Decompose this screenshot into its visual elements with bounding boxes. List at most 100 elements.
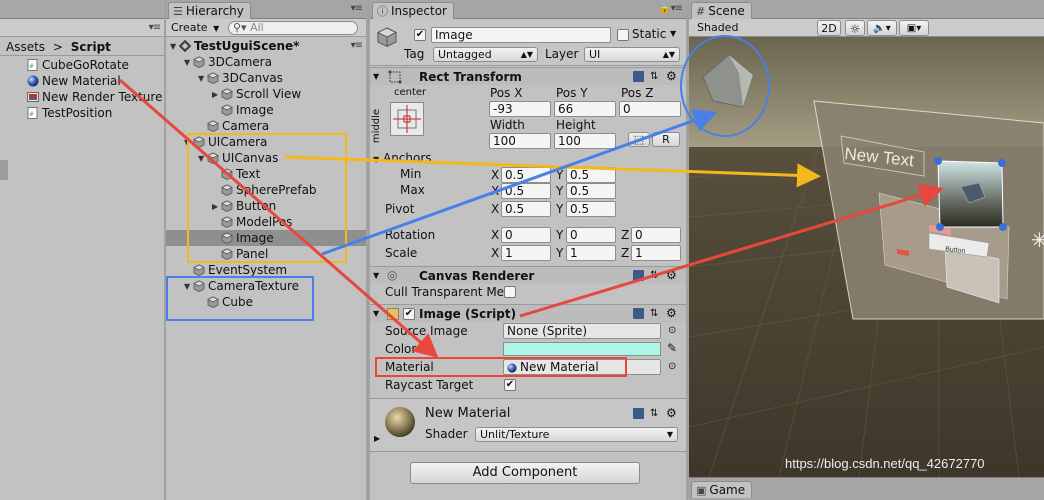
hierarchy-item-eventsystem[interactable]: EventSystem	[184, 262, 287, 278]
rotation-z-field[interactable]: 0	[631, 227, 681, 243]
height-field[interactable]: 100	[554, 133, 616, 149]
object-active-checkbox[interactable]: ✔	[414, 29, 426, 41]
lock-icon[interactable]: 🔒	[659, 3, 671, 14]
min-x-field[interactable]: 0.5	[501, 167, 551, 183]
pos-x-field[interactable]: -93	[489, 101, 551, 117]
tab-game[interactable]: ▣ Game	[691, 481, 753, 498]
tab-hierarchy[interactable]: ☰ Hierarchy	[168, 2, 251, 19]
scene-menu-icon[interactable]: ▾≡	[351, 40, 363, 51]
chevron-right-icon[interactable]: ▶	[212, 87, 221, 103]
chevron-right-icon[interactable]: ▶	[212, 199, 221, 215]
rect-handle-top-right[interactable]	[998, 159, 1006, 167]
panel-menu-icon[interactable]: ▾≡	[671, 3, 683, 14]
chevron-down-icon[interactable]: ▼	[184, 55, 193, 71]
asset-item-new-render-texture[interactable]: New Render Texture	[27, 89, 162, 105]
light-gizmo-icon[interactable]: ✳	[1031, 228, 1044, 252]
chevron-down-icon[interactable]: ▼	[198, 71, 207, 87]
hierarchy-item-panel[interactable]: Panel	[212, 246, 268, 262]
object-picker-icon[interactable]: ⊙	[668, 323, 676, 339]
gear-icon[interactable]: ⚙	[666, 68, 677, 84]
help-book-icon[interactable]	[633, 71, 644, 82]
breadcrumb-script[interactable]: Script	[71, 40, 111, 54]
pivot-x-field[interactable]: 0.5	[501, 201, 551, 217]
panel-menu-icon[interactable]: ▾≡	[351, 3, 363, 14]
hierarchy-item-button[interactable]: ▶ Button	[212, 198, 276, 214]
min-y-field[interactable]: 0.5	[566, 167, 616, 183]
chevron-down-icon[interactable]: ▼	[170, 39, 179, 55]
hierarchy-item-3dcanvas[interactable]: ▼ 3DCanvas	[198, 70, 283, 86]
scale-y-field[interactable]: 1	[566, 245, 616, 261]
hierarchy-item-cube[interactable]: Cube	[198, 294, 253, 310]
hierarchy-item-text[interactable]: Text	[212, 166, 260, 182]
preset-icon[interactable]: ⇅	[650, 268, 658, 284]
help-book-icon[interactable]	[633, 308, 644, 319]
hierarchy-item-uicanvas[interactable]: ▼ UICanvas	[198, 150, 278, 166]
asset-item-new-material[interactable]: New Material	[27, 73, 121, 89]
image-script-header[interactable]: ▼ ✔ Image (Script) ⇅ ⚙	[370, 304, 686, 322]
chevron-down-icon[interactable]: ▼	[198, 151, 207, 167]
hierarchy-item-3dcamera[interactable]: ▼ 3DCamera	[184, 54, 272, 70]
pos-y-field[interactable]: 66	[554, 101, 616, 117]
hierarchy-item-scroll-view[interactable]: ▶ Scroll View	[212, 86, 301, 102]
rotation-x-field[interactable]: 0	[501, 227, 551, 243]
hierarchy-item-camera[interactable]: Camera	[198, 118, 269, 134]
chevron-down-icon[interactable]: ▼	[184, 279, 193, 295]
cull-transparent-checkbox[interactable]	[504, 286, 516, 298]
preset-icon[interactable]: ⇅	[650, 406, 658, 422]
object-name-field[interactable]: Image	[431, 27, 611, 43]
pivot-y-field[interactable]: 0.5	[566, 201, 616, 217]
chevron-down-icon[interactable]: ▼	[373, 268, 379, 284]
asset-item-testposition[interactable]: # TestPosition	[27, 105, 112, 121]
static-checkbox[interactable]	[617, 29, 629, 41]
preset-icon[interactable]: ⇅	[650, 306, 658, 322]
material-field[interactable]: New Material	[503, 359, 661, 375]
asset-item-cubegorotate[interactable]: # CubeGoRotate	[27, 57, 129, 73]
hierarchy-item-modelpos[interactable]: ModelPos	[212, 214, 292, 230]
gear-icon[interactable]: ⚙	[666, 405, 677, 421]
object-picker-icon[interactable]: ⊙	[668, 359, 676, 375]
shader-dropdown[interactable]: Unlit/Texture ▼	[475, 427, 678, 442]
hierarchy-item-cameratexture[interactable]: ▼ CameraTexture	[184, 278, 299, 294]
hierarchy-item-sphereprefab[interactable]: SpherePrefab	[212, 182, 317, 198]
scale-z-field[interactable]: 1	[631, 245, 681, 261]
help-book-icon[interactable]	[633, 408, 644, 419]
layer-dropdown[interactable]: UI ▲▼	[584, 47, 680, 62]
gear-icon[interactable]: ⚙	[666, 267, 677, 283]
tag-dropdown[interactable]: Untagged ▲▼	[433, 47, 538, 62]
preset-icon[interactable]: ⇅	[650, 69, 658, 85]
chevron-down-icon[interactable]: ▼	[373, 69, 379, 85]
shaded-dropdown[interactable]: Shaded	[697, 20, 738, 36]
eyedropper-icon[interactable]: ✎	[667, 340, 677, 356]
source-image-field[interactable]: None (Sprite)	[503, 323, 661, 339]
hierarchy-item-uicamera[interactable]: ▼ UICamera	[184, 134, 267, 150]
audio-toggle-icon[interactable]: 🔈▾	[867, 20, 897, 36]
breadcrumb-assets[interactable]: Assets	[6, 40, 45, 54]
anchor-presets-button[interactable]	[390, 102, 424, 136]
lighting-toggle-icon[interactable]: ☼	[845, 20, 865, 36]
scene-viewport[interactable]: New Text Button ✳ https://blog.csdn.net/…	[689, 37, 1044, 477]
raw-edit-button[interactable]: R	[652, 132, 680, 147]
max-y-field[interactable]: 0.5	[566, 183, 616, 199]
blueprint-mode-button[interactable]: ⬚	[628, 132, 650, 147]
canvas-renderer-header[interactable]: ▼ ◎ Canvas Renderer ⇅ ⚙	[370, 266, 686, 284]
image-enabled-checkbox[interactable]: ✔	[403, 308, 415, 320]
scene-root[interactable]: ▼ TestUguiScene*	[170, 38, 299, 54]
tab-scene[interactable]: # Scene	[691, 2, 752, 19]
help-book-icon[interactable]	[633, 270, 644, 281]
effects-toggle-icon[interactable]: ▣▾	[899, 20, 929, 36]
color-swatch[interactable]	[503, 342, 661, 356]
hierarchy-item-image[interactable]: Image	[212, 230, 274, 246]
rect-handle-top-left[interactable]	[934, 157, 942, 165]
panel-menu-icon[interactable]: ▾≡	[149, 22, 161, 33]
pos-z-field[interactable]: 0	[619, 101, 681, 117]
rotation-y-field[interactable]: 0	[566, 227, 616, 243]
mode-2d-button[interactable]: 2D	[817, 20, 841, 36]
gear-icon[interactable]: ⚙	[666, 305, 677, 321]
width-field[interactable]: 100	[489, 133, 551, 149]
hierarchy-item-image[interactable]: Image	[212, 102, 274, 118]
chevron-down-icon[interactable]: ▼	[373, 306, 379, 322]
chevron-right-icon[interactable]: ▶	[374, 431, 380, 447]
max-x-field[interactable]: 0.5	[501, 183, 551, 199]
hierarchy-search[interactable]: ⚲▾ All	[228, 21, 358, 35]
rect-handle-bottom-left[interactable]	[936, 223, 944, 231]
